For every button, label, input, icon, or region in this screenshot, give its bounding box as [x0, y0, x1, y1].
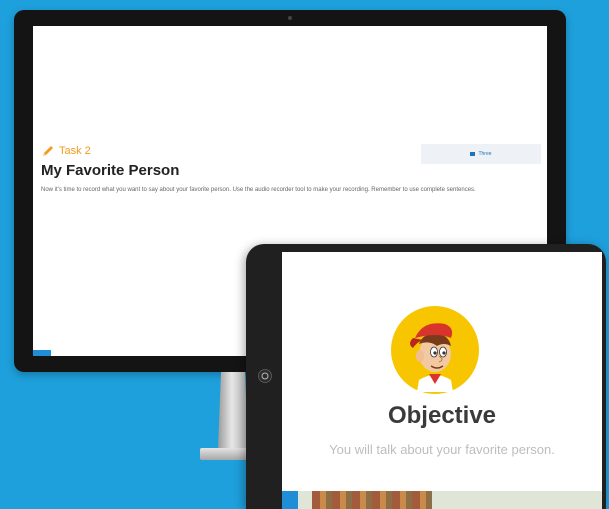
- task-header: Task 2: [41, 144, 91, 158]
- home-button-icon[interactable]: [258, 369, 272, 383]
- tablet-device: Objective You will talk about your favor…: [246, 244, 606, 509]
- tablet-screen: Objective You will talk about your favor…: [282, 252, 602, 509]
- monitor-stand: [218, 372, 248, 450]
- pencil-icon: [41, 144, 55, 158]
- record-button[interactable]: Three: [421, 144, 541, 164]
- record-icon: [470, 152, 476, 156]
- bottom-tab[interactable]: [282, 491, 298, 509]
- avatar: [389, 304, 481, 396]
- task-description: Now it's time to record what you want to…: [41, 187, 476, 193]
- bottom-bar: [282, 491, 602, 509]
- task-title: My Favorite Person: [41, 162, 180, 179]
- task-label: Task 2: [59, 145, 91, 157]
- objective-title: Objective: [387, 402, 497, 429]
- corner-tab[interactable]: [33, 350, 51, 356]
- record-button-label: Three: [478, 151, 492, 157]
- thumbnail-image: [312, 491, 432, 509]
- camera-dot: [288, 16, 292, 20]
- objective-text: You will talk about your favorite person…: [329, 442, 555, 457]
